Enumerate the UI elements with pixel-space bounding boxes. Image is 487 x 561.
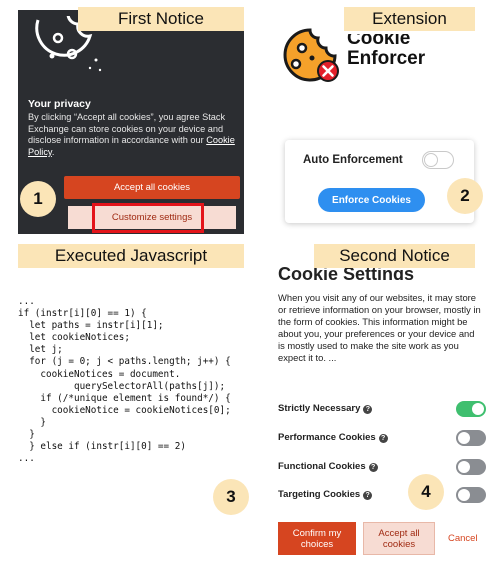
cookie-category-label: Functional Cookies?	[278, 461, 378, 472]
auto-enforcement-label: Auto Enforcement	[303, 154, 403, 166]
cookie-category-text: Targeting Cookies	[278, 489, 361, 500]
customize-highlight-box	[92, 203, 204, 233]
logo-line-1: Cookie	[347, 34, 411, 48]
code-line: let j;	[18, 344, 63, 356]
cookie-category-text: Performance Cookies	[278, 432, 376, 443]
cookie-category-label: Strictly Necessary?	[278, 403, 373, 414]
auto-enforcement-toggle[interactable]	[422, 151, 454, 169]
cookie-category-toggle[interactable]	[456, 459, 486, 475]
toggle-knob	[458, 432, 470, 444]
help-icon[interactable]: ?	[363, 491, 373, 500]
help-icon[interactable]: ?	[378, 434, 388, 443]
cookie-icon	[283, 28, 339, 82]
code-line: } else if (instr[i][0] == 2)	[18, 441, 186, 453]
help-icon[interactable]: ?	[363, 405, 373, 414]
code-line: }	[18, 416, 46, 428]
cookie-category-toggle[interactable]	[456, 487, 486, 503]
code-line: ...	[18, 296, 35, 307]
label-extension: Extension	[344, 7, 475, 31]
first-notice-title: Your privacy	[28, 98, 91, 110]
toggle-knob	[472, 403, 484, 415]
cookie-category-row: Targeting Cookies?	[278, 487, 486, 503]
toggle-knob	[458, 489, 470, 501]
logo-line-2: Enforcer	[347, 48, 426, 69]
first-notice-text: By clicking “Accept all cookies”, you ag…	[28, 112, 226, 146]
label-executed-javascript: Executed Javascript	[18, 244, 244, 268]
code-line: if (instr[i][0] == 1) {	[18, 308, 147, 320]
code-line: }	[18, 429, 35, 441]
help-icon[interactable]: ?	[368, 463, 378, 472]
label-first-notice: First Notice	[78, 7, 244, 31]
cookie-category-text: Strictly Necessary	[278, 403, 361, 414]
toggle-knob	[458, 461, 470, 473]
code-line: for (j = 0; j < paths.length; j++) {	[18, 356, 231, 368]
second-notice-body: When you visit any of our websites, it m…	[278, 292, 481, 363]
step-badge-3: 3	[213, 479, 249, 515]
cookie-category-row: Functional Cookies?	[278, 459, 486, 475]
step-badge-2: 2	[447, 178, 483, 214]
step-badge-1: 1	[20, 181, 56, 217]
step-badge-4: 4	[408, 474, 444, 510]
accept-all-cookies-button-2[interactable]: Accept all cookies	[363, 522, 435, 555]
cookie-category-toggle[interactable]	[456, 430, 486, 446]
first-notice-body: By clicking “Accept all cookies”, you ag…	[28, 112, 236, 158]
confirm-my-choices-button[interactable]: Confirm my choices	[278, 522, 356, 555]
code-line: cookieNotice = cookieNotices[0];	[18, 404, 231, 416]
accept-all-cookies-button[interactable]: Accept all cookies	[64, 176, 240, 199]
label-second-notice: Second Notice	[314, 244, 475, 268]
cookie-category-row: Performance Cookies?	[278, 430, 486, 446]
extension-logo-text: Cookie Enforcer	[347, 34, 425, 69]
cookie-category-toggle[interactable]	[456, 401, 486, 417]
cookie-category-row: Strictly Necessary?	[278, 401, 486, 417]
javascript-code-block: ... if (instr[i][0] == 1) { let paths = i…	[18, 296, 273, 465]
cookie-category-text: Functional Cookies	[278, 461, 366, 472]
extension-popup: Auto Enforcement Enforce Cookies	[285, 140, 474, 223]
code-line: ...	[18, 453, 35, 465]
code-line: querySelectorAll(paths[j]);	[18, 380, 226, 392]
code-line: cookieNotices = document.	[18, 368, 181, 380]
enforce-cookies-button[interactable]: Enforce Cookies	[318, 188, 425, 212]
first-notice-text-end: .	[51, 146, 55, 157]
cookie-category-label: Performance Cookies?	[278, 432, 388, 443]
cookie-category-label: Targeting Cookies?	[278, 489, 373, 500]
cancel-link[interactable]: Cancel	[448, 533, 478, 544]
code-line: let cookieNotices;	[18, 332, 130, 344]
toggle-knob	[424, 153, 438, 167]
code-line: let paths = instr[i][1];	[18, 320, 164, 332]
code-line: if (/*unique element is found*/) {	[18, 392, 231, 404]
